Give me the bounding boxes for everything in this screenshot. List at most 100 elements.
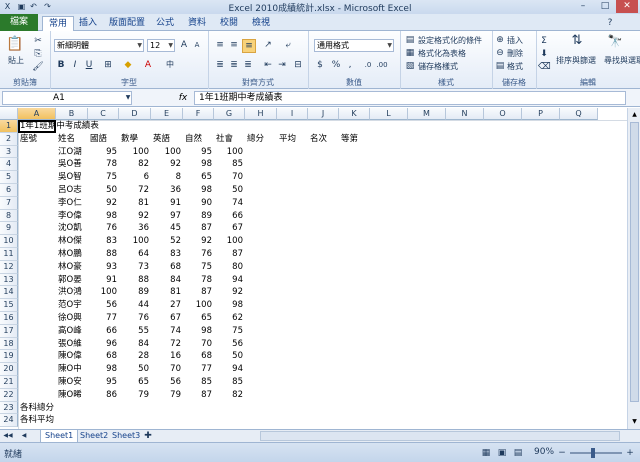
cell[interactable]: 52 [151,235,183,248]
column-header-Q[interactable]: Q [560,108,598,120]
cell[interactable]: 98 [183,158,214,171]
cell[interactable]: 67 [151,312,183,325]
cell[interactable]: 92 [214,286,245,299]
column-header-C[interactable]: C [88,108,119,120]
formula-input[interactable]: 1年1班期中考成績表 [194,91,626,105]
row-header-11[interactable]: 11 [0,248,18,261]
cell[interactable]: 98 [214,299,245,312]
cell[interactable]: 67 [214,222,245,235]
cell[interactable]: 92 [183,235,214,248]
scroll-thumb[interactable] [630,122,639,402]
cell[interactable]: 徐O興 [56,312,88,325]
cell[interactable]: 85 [214,376,245,389]
tab-view[interactable]: 檢視 [248,16,274,31]
normal-view-icon[interactable]: ▦ [480,447,492,459]
cell[interactable]: 張O維 [56,338,88,351]
column-header-M[interactable]: M [408,108,446,120]
row-header-3[interactable]: 3 [0,145,18,159]
cell[interactable]: 100 [119,146,151,159]
cell[interactable]: 70 [151,363,183,376]
cell[interactable]: 87 [183,389,214,402]
orientation-icon[interactable]: ↗ [262,39,274,51]
cell[interactable]: 88 [88,248,119,261]
scroll-down-icon[interactable]: ▼ [629,416,640,427]
cell[interactable]: 88 [119,274,151,287]
row-header-15[interactable]: 15 [0,299,18,312]
cell[interactable]: 92 [151,158,183,171]
cell[interactable]: 100 [88,286,119,299]
new-sheet-icon[interactable]: ✚ [142,430,154,442]
sheet-tab-2[interactable]: Sheet2 [76,430,112,442]
row-header-4[interactable]: 4 [0,158,18,172]
zoom-level[interactable]: 90% [534,447,554,457]
format-painter-icon[interactable]: 🖌 [32,61,44,73]
cell[interactable]: 100 [151,146,183,159]
cell[interactable]: 50 [214,184,245,197]
font-color-icon[interactable]: A [142,59,154,71]
minimize-icon[interactable]: – [572,0,594,13]
name-box[interactable]: A1 [2,91,132,105]
cell[interactable]: 各科總分 [18,402,56,415]
phonetic-icon[interactable]: 中 [164,59,176,71]
cell[interactable]: 85 [183,376,214,389]
cell[interactable]: 林O傑 [56,235,88,248]
cell[interactable]: 50 [119,363,151,376]
row-header-13[interactable]: 13 [0,273,18,287]
align-top-icon[interactable]: ≡ [214,39,226,51]
cell[interactable]: 16 [151,350,183,363]
cell[interactable]: 92 [88,197,119,210]
cell[interactable]: 82 [119,158,151,171]
tab-page-layout[interactable]: 版面配置 [106,16,148,31]
cell[interactable]: 68 [151,261,183,274]
row-header-8[interactable]: 8 [0,209,18,223]
fill-color-icon[interactable]: ◆ [122,59,134,71]
cell[interactable]: 77 [88,312,119,325]
zoom-slider-thumb[interactable] [591,448,595,458]
shrink-font-icon[interactable]: A [191,39,203,51]
cell[interactable]: 平均 [277,133,308,146]
cell[interactable]: 36 [151,184,183,197]
zoom-out-icon[interactable]: − [556,447,568,459]
merge-center-icon[interactable]: ⊟ [292,59,304,71]
cell[interactable]: 吳O智 [56,171,88,184]
cell[interactable]: 林O鵬 [56,248,88,261]
column-header-E[interactable]: E [151,108,183,120]
cell[interactable]: 94 [214,274,245,287]
increase-decimal-icon[interactable]: .0 [362,59,374,71]
cell[interactable]: 82 [214,389,245,402]
row-header-19[interactable]: 19 [0,350,18,364]
border-icon[interactable]: ⊞ [102,59,114,71]
cell[interactable]: 62 [214,312,245,325]
cell[interactable]: 林O豪 [56,261,88,274]
cell[interactable]: 95 [88,376,119,389]
insert-cells-button[interactable]: 插入 [507,35,523,46]
column-header-K[interactable]: K [339,108,370,120]
cell[interactable]: 范O宇 [56,299,88,312]
cell[interactable]: 27 [151,299,183,312]
row-header-21[interactable]: 21 [0,376,18,389]
column-header-H[interactable]: H [245,108,277,120]
cell[interactable]: 87 [183,286,214,299]
cell[interactable]: 97 [151,210,183,223]
column-header-L[interactable]: L [370,108,408,120]
cell[interactable]: 87 [214,248,245,261]
cell[interactable]: 陳O晞 [56,389,88,402]
cell[interactable]: 75 [183,261,214,274]
decrease-decimal-icon[interactable]: .00 [376,59,388,71]
cell[interactable]: 64 [119,248,151,261]
cell[interactable]: 65 [183,312,214,325]
column-header-D[interactable]: D [119,108,151,120]
scroll-up-icon[interactable]: ▲ [629,109,640,120]
align-middle-icon[interactable]: ≡ [228,39,240,51]
cell[interactable]: 84 [119,338,151,351]
cell[interactable]: 95 [88,146,119,159]
cell[interactable]: 洪O鴻 [56,286,88,299]
vertical-scrollbar[interactable]: ▲ ▼ [627,108,640,429]
cell[interactable]: 74 [214,197,245,210]
chevron-down-icon[interactable]: ▼ [122,92,134,104]
cell[interactable]: 78 [88,158,119,171]
cell[interactable]: 總分 [245,133,277,146]
cell[interactable]: 等第 [339,133,370,146]
delete-cells-button[interactable]: 刪除 [507,48,523,59]
cell[interactable]: 李O仁 [56,197,88,210]
